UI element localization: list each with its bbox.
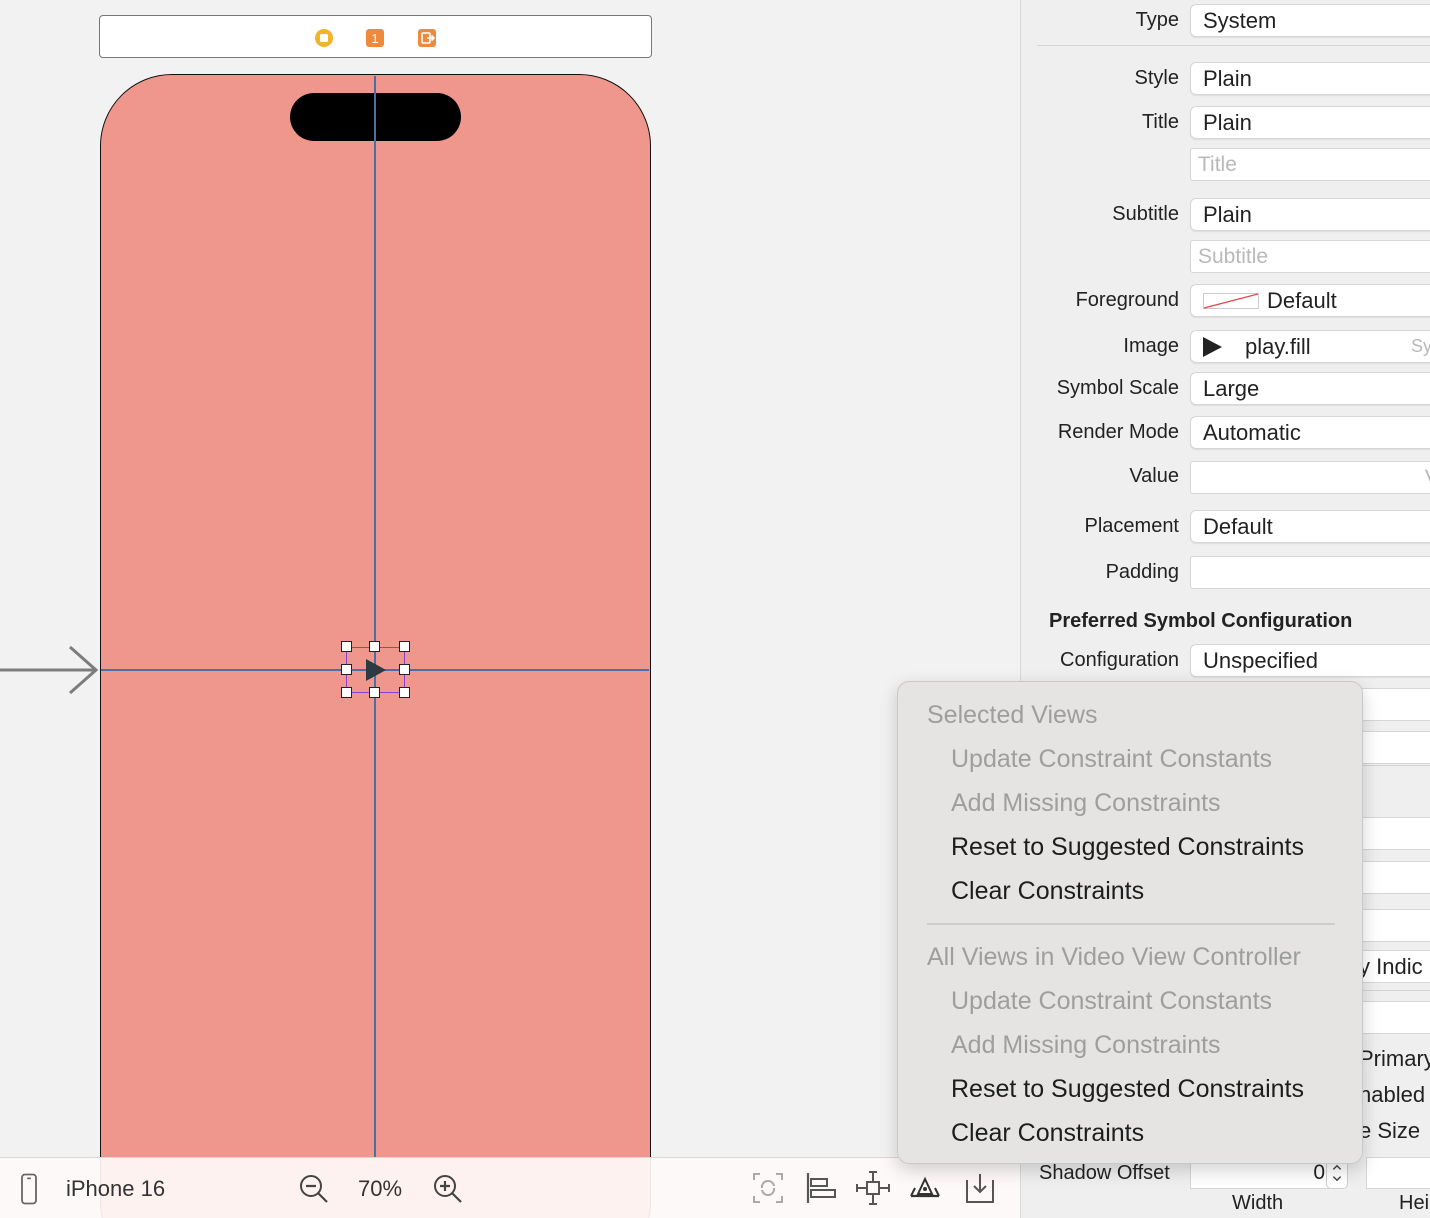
separator xyxy=(1037,45,1430,46)
menu-item-update-constraint-constants-all[interactable]: Update Constraint Constants xyxy=(951,987,1272,1016)
foreground-popup[interactable]: Default xyxy=(1190,284,1430,317)
add-new-constraints-icon[interactable] xyxy=(855,1170,891,1206)
type-label: Type xyxy=(1135,9,1179,31)
resize-handle[interactable] xyxy=(341,641,352,652)
foreground-value: Default xyxy=(1267,288,1337,313)
partial-label: e Size xyxy=(1359,1118,1421,1143)
resolve-auto-layout-issues-menu: Selected Views Update Constraint Constan… xyxy=(897,681,1363,1164)
resolve-auto-layout-issues-icon[interactable] xyxy=(907,1170,943,1206)
update-frames-icon[interactable] xyxy=(750,1170,786,1206)
menu-item-add-missing-constraints-all[interactable]: Add Missing Constraints xyxy=(951,1031,1221,1060)
initial-view-controller-arrow-icon xyxy=(0,645,99,695)
embed-in-stack-icon[interactable] xyxy=(962,1170,998,1206)
resize-handle[interactable] xyxy=(399,641,410,652)
section-title: Preferred Symbol Configuration xyxy=(1049,610,1353,632)
menu-item-clear-constraints[interactable]: Clear Constraints xyxy=(951,877,1144,906)
placement-popup[interactable]: Default xyxy=(1190,510,1430,543)
image-combo[interactable]: play.fill Sy xyxy=(1190,330,1430,363)
view-controller-icon[interactable] xyxy=(314,28,334,48)
zoom-level: 70% xyxy=(358,1176,403,1201)
storyboard-canvas[interactable]: 1 iPhone 16 70% xyxy=(0,0,1020,1218)
menu-item-reset-to-suggested-constraints-all[interactable]: Reset to Suggested Constraints xyxy=(951,1075,1304,1104)
configuration-label: Configuration xyxy=(1060,649,1179,671)
height-label: Hei xyxy=(1399,1192,1430,1214)
padding-field[interactable]: D xyxy=(1190,556,1430,589)
align-icon[interactable] xyxy=(803,1170,839,1206)
style-popup[interactable]: Plain xyxy=(1190,62,1430,95)
menu-item-add-missing-constraints[interactable]: Add Missing Constraints xyxy=(951,789,1221,818)
symbol-scale-popup[interactable]: Large xyxy=(1190,372,1430,405)
svg-text:1: 1 xyxy=(371,31,378,46)
image-symbol-hint: Sy xyxy=(1411,336,1430,356)
title-field[interactable]: Title xyxy=(1190,148,1430,181)
symbol-scale-label: Symbol Scale xyxy=(1056,377,1179,399)
resize-handle[interactable] xyxy=(369,687,380,698)
menu-item-reset-to-suggested-constraints[interactable]: Reset to Suggested Constraints xyxy=(951,833,1304,862)
first-responder-icon[interactable]: 1 xyxy=(365,28,385,48)
shadow-offset-label: Shadow Offset xyxy=(1039,1162,1170,1184)
render-mode-label: Render Mode xyxy=(1057,421,1179,443)
dynamic-island xyxy=(290,93,461,141)
subtitle-field[interactable]: Subtitle xyxy=(1190,240,1430,273)
exit-icon[interactable] xyxy=(417,28,437,48)
padding-label: Padding xyxy=(1105,561,1179,583)
width-label: Width xyxy=(1232,1192,1284,1214)
subtitle-popup[interactable]: Plain xyxy=(1190,198,1430,231)
partial-label: Primary xyxy=(1359,1046,1430,1071)
image-value: play.fill xyxy=(1245,334,1311,359)
partial-label: nabled xyxy=(1359,1082,1426,1107)
scene-dock: 1 xyxy=(99,15,652,58)
vertical-center-guide xyxy=(374,76,376,1161)
image-label: Image xyxy=(1123,335,1179,357)
resize-handle[interactable] xyxy=(341,664,352,675)
canvas-bottom-bar: iPhone 16 70% xyxy=(0,1157,1020,1218)
device-name[interactable]: iPhone 16 xyxy=(66,1176,165,1202)
partial-label: y Indic xyxy=(1359,954,1423,979)
selected-views-heading: Selected Views xyxy=(927,701,1098,729)
play-fill-icon xyxy=(1203,337,1222,357)
style-label: Style xyxy=(1134,67,1179,89)
value-label: Value xyxy=(1129,465,1179,487)
render-mode-popup[interactable]: Automatic xyxy=(1190,416,1430,449)
subtitle-label: Subtitle xyxy=(1112,203,1179,225)
configuration-popup[interactable]: Unspecified xyxy=(1190,644,1430,677)
device-phone-icon[interactable] xyxy=(18,1173,40,1205)
type-popup[interactable]: System xyxy=(1190,4,1430,37)
resize-handle[interactable] xyxy=(399,687,410,698)
menu-separator xyxy=(927,923,1335,925)
resize-handle[interactable] xyxy=(341,687,352,698)
all-views-heading: All Views in Video View Controller xyxy=(927,943,1301,971)
zoom-out-icon[interactable] xyxy=(297,1172,331,1206)
placement-label: Placement xyxy=(1084,515,1180,537)
value-field[interactable]: Va xyxy=(1190,461,1430,494)
title-popup[interactable]: Plain xyxy=(1190,106,1430,139)
play-fill-icon xyxy=(366,659,386,681)
title-label: Title xyxy=(1141,111,1179,133)
menu-item-update-constraint-constants[interactable]: Update Constraint Constants xyxy=(951,745,1272,774)
default-color-swatch-icon xyxy=(1203,293,1259,309)
zoom-in-icon[interactable] xyxy=(431,1172,465,1206)
resize-handle[interactable] xyxy=(369,641,380,652)
menu-item-clear-constraints-all[interactable]: Clear Constraints xyxy=(951,1119,1144,1148)
shadow-offset-height-field[interactable] xyxy=(1366,1157,1430,1189)
foreground-label: Foreground xyxy=(1075,289,1179,311)
resize-handle[interactable] xyxy=(399,664,410,675)
